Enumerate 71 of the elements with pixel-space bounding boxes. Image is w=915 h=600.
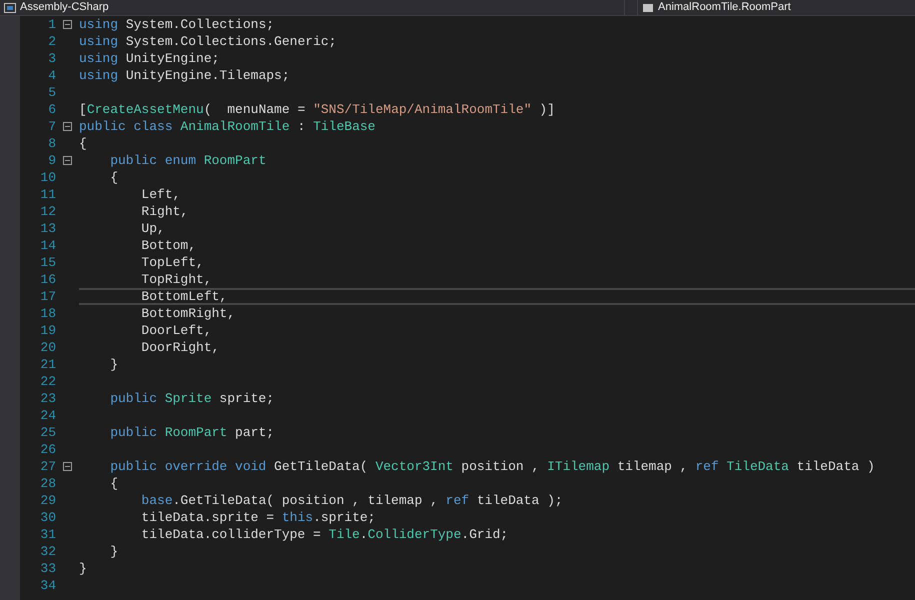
- line-number: 10: [39, 171, 56, 184]
- line-number: 27: [39, 460, 56, 473]
- code-line: using System.Collections.Generic;: [79, 33, 338, 50]
- line-number: 14: [39, 239, 56, 252]
- code-line: Bottom,: [140, 237, 198, 254]
- code-line: tileData.sprite = this.sprite;: [140, 509, 376, 526]
- line-number: 12: [39, 205, 56, 218]
- line-number: 3: [47, 52, 56, 65]
- line-number: 25: [39, 426, 56, 439]
- code-line: {: [109, 475, 120, 492]
- code-line: DoorLeft,: [140, 322, 213, 339]
- line-number: 32: [39, 545, 56, 558]
- code-line: public class AnimalRoomTile : TileBase: [79, 118, 376, 135]
- code-line: Left,: [140, 186, 182, 203]
- code-line: TopLeft,: [140, 254, 205, 271]
- code-line: DoorRight,: [140, 339, 220, 356]
- collapse-icon[interactable]: [63, 20, 72, 29]
- line-number: 2: [47, 35, 56, 48]
- code-line: public RoomPart part;: [109, 424, 276, 441]
- line-number: 33: [39, 562, 56, 575]
- line-number: 34: [39, 579, 56, 592]
- line-number: 7: [47, 120, 56, 133]
- line-number: 11: [39, 188, 56, 201]
- code-line: using UnityEngine.Tilemaps;: [79, 67, 291, 84]
- line-number: 20: [39, 341, 56, 354]
- code-line: }: [109, 543, 120, 560]
- line-number: 19: [39, 324, 56, 337]
- line-number: 8: [47, 137, 56, 150]
- line-number: 30: [39, 511, 56, 524]
- code-line: using UnityEngine;: [79, 50, 220, 67]
- code-line: using System.Collections;: [79, 16, 276, 33]
- code-line: Up,: [140, 220, 166, 237]
- code-line: Right,: [140, 203, 190, 220]
- line-number: 23: [39, 392, 56, 405]
- line-number: 13: [39, 222, 56, 235]
- line-number: 5: [47, 86, 56, 99]
- line-number: 6: [47, 103, 56, 116]
- code-line: }: [109, 356, 120, 373]
- line-number: 26: [39, 443, 56, 456]
- line-number: 18: [39, 307, 56, 320]
- line-number: 22: [39, 375, 56, 388]
- code-line: [CreateAssetMenu( menuName = "SNS/TileMap/AnimalRoomTile" )]: [79, 101, 556, 118]
- code-line: public override void GetTileData( Vector3Int position , ITilemap tilemap , ref TileData tileData ): [109, 458, 876, 475]
- code-line: TopRight,: [140, 271, 213, 288]
- project-icon: [4, 2, 16, 12]
- project-dropdown[interactable]: Assembly-CSharp: [0, 0, 625, 15]
- code-line: public Sprite sprite;: [109, 390, 276, 407]
- line-number: 1: [47, 18, 56, 31]
- code-line: {: [79, 135, 88, 152]
- member-icon: [642, 2, 654, 12]
- code-line: }: [79, 560, 88, 577]
- code-line: public enum RoomPart: [109, 152, 268, 169]
- member-dropdown[interactable]: AnimalRoomTile.RoomPart: [637, 0, 915, 15]
- line-number: 4: [47, 69, 56, 82]
- line-number: 15: [39, 256, 56, 269]
- code-line: base.GetTileData( position , tilemap , ref tileData );: [140, 492, 564, 509]
- code-line: BottomLeft,: [79, 288, 915, 305]
- collapse-icon[interactable]: [63, 462, 72, 471]
- collapse-icon[interactable]: [63, 122, 72, 131]
- line-number: 24: [39, 409, 56, 422]
- code-line: tileData.colliderType = Tile.ColliderType.Grid;: [140, 526, 510, 543]
- code-line: BottomRight,: [140, 305, 236, 322]
- code-line: {: [109, 169, 120, 186]
- line-number: 9: [47, 154, 56, 167]
- line-number: 29: [39, 494, 56, 507]
- line-number: 16: [39, 273, 56, 286]
- line-number: 31: [39, 528, 56, 541]
- collapse-icon[interactable]: [63, 156, 72, 165]
- line-number: 21: [39, 358, 56, 371]
- line-number: 28: [39, 477, 56, 490]
- line-number: 17: [39, 290, 56, 303]
